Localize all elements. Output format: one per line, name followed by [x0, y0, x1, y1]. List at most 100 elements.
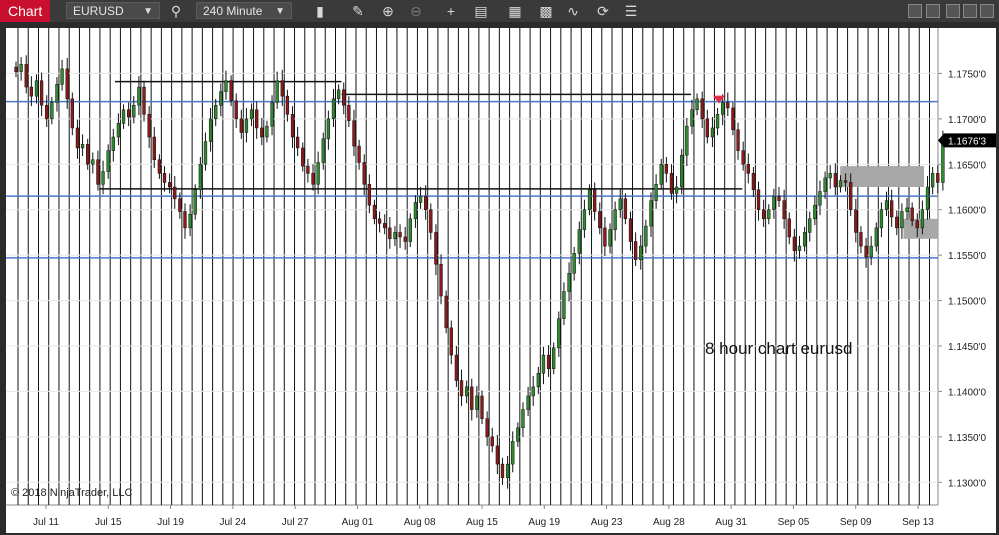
candle-body: [552, 347, 556, 369]
candle-body: [864, 245, 868, 258]
candle-body: [75, 127, 80, 149]
candle-body: [925, 186, 930, 210]
candle-body: [854, 209, 858, 233]
properties-icon[interactable]: ☰: [623, 3, 639, 19]
instrument-selector[interactable]: EURUSD ▼: [66, 2, 160, 19]
candle-body: [623, 198, 628, 220]
strategies-icon[interactable]: ▦: [507, 3, 523, 19]
crosshair-icon[interactable]: +: [443, 3, 459, 19]
candle-body: [224, 80, 228, 92]
candle-body: [705, 118, 709, 138]
candle-body: [874, 227, 878, 247]
candle-body: [127, 109, 131, 118]
candle-body: [214, 104, 218, 120]
candle-body: [208, 118, 213, 142]
price-chart[interactable]: 1.1750'0 1.1700'0 1.1650'0 1.1600'0 1.1550'0…: [0, 22, 999, 535]
price-tick-label: 1.1650'0: [948, 160, 986, 171]
candle-body: [731, 107, 735, 131]
search-icon[interactable]: ⚲: [168, 3, 184, 19]
candle-body: [572, 253, 576, 274]
candle-body: [331, 98, 336, 120]
candle-body: [183, 211, 187, 229]
candle-body: [403, 236, 407, 242]
candle-body: [60, 68, 64, 85]
candle-body: [828, 173, 832, 179]
time-tick-label: Jul 19: [157, 517, 184, 528]
interval-value: 240 Minute: [203, 4, 263, 18]
copyright-text: © 2018 NinjaTrader, LLC: [11, 487, 132, 499]
candle-body: [449, 327, 453, 356]
candle-body: [86, 144, 90, 165]
templates-icon[interactable]: ▩: [538, 3, 554, 19]
candle-body: [813, 204, 817, 220]
minimize-icon[interactable]: [946, 4, 960, 18]
candle-body: [398, 232, 402, 238]
candle-body: [608, 229, 612, 247]
price-tick-label: 1.1500'0: [948, 297, 986, 308]
price-tick-label: 1.1600'0: [948, 206, 986, 217]
candle-body: [895, 216, 899, 229]
price-tick-label: 1.1400'0: [948, 387, 986, 398]
candle-body: [746, 164, 750, 174]
time-tick-label: Aug 31: [715, 517, 747, 528]
candle-body: [490, 436, 494, 447]
candle-body: [290, 114, 295, 138]
candle-body: [377, 218, 382, 224]
candle-body: [546, 354, 551, 369]
candle-body: [511, 441, 515, 465]
candle-body: [408, 218, 412, 242]
candle-body: [649, 200, 653, 227]
candle-body: [475, 395, 479, 410]
candle-body: [710, 127, 715, 138]
candle-body: [229, 80, 233, 101]
candle-body: [838, 180, 843, 188]
zoom-in-icon[interactable]: ⊕: [380, 3, 396, 19]
candle-body: [700, 98, 704, 120]
candle-body: [352, 120, 356, 147]
drawing-tool-icon[interactable]: ✎: [350, 3, 366, 19]
zone-box: [840, 166, 925, 187]
candle-body: [239, 118, 243, 133]
candle-body: [500, 463, 505, 478]
candle-body: [70, 98, 74, 129]
candle-body: [541, 354, 546, 374]
candle-body: [265, 125, 269, 138]
candle-body: [741, 150, 745, 165]
candle-body: [96, 159, 100, 185]
candle-body: [173, 186, 177, 200]
candle-body: [383, 223, 387, 229]
time-tick-label: Sep 05: [778, 517, 810, 528]
zoom-out-icon[interactable]: ⊖: [408, 3, 424, 19]
candle-body: [65, 68, 69, 100]
candle-body: [270, 102, 274, 127]
candle-body: [879, 209, 884, 229]
candle-body: [188, 214, 192, 229]
candle-body: [843, 180, 848, 183]
close-icon[interactable]: [980, 4, 994, 18]
candle-body: [869, 245, 873, 258]
candle-body: [644, 225, 648, 247]
window-option-icon[interactable]: [908, 4, 922, 18]
maximize-icon[interactable]: [963, 4, 977, 18]
candle-body: [106, 150, 110, 172]
data-box-icon[interactable]: ▤: [473, 3, 489, 19]
candle-body: [736, 129, 740, 151]
candle-body: [777, 195, 781, 201]
bar-type-icon[interactable]: ▮: [312, 3, 328, 19]
candle-body: [536, 373, 540, 388]
reload-icon[interactable]: ⟳: [595, 3, 611, 19]
candle-body: [767, 209, 771, 220]
candle-body: [219, 91, 223, 106]
candle-body: [685, 125, 689, 156]
interval-selector[interactable]: 240 Minute ▼: [196, 2, 292, 19]
candle-body: [849, 182, 853, 210]
candle-body: [336, 89, 341, 100]
window-option-icon[interactable]: [926, 4, 940, 18]
candle-body: [577, 229, 581, 254]
candle-body: [316, 162, 320, 185]
candle-body: [587, 189, 592, 210]
chart-annotation: 8 hour chart eurusd: [705, 339, 852, 358]
time-tick-label: Jul 11: [33, 517, 59, 528]
candle-body: [393, 232, 397, 240]
indicators-icon[interactable]: ∿: [565, 3, 581, 19]
